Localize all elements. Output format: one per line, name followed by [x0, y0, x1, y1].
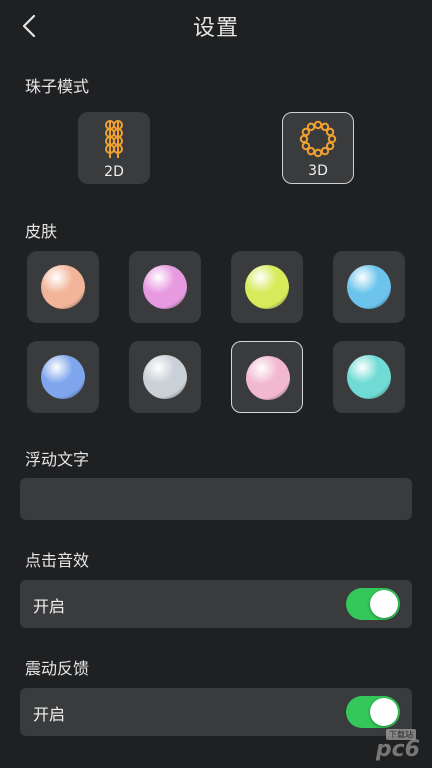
mode-2d-label: 2D [104, 164, 124, 180]
bead-mode-label: 珠子模式 [25, 77, 90, 96]
skin-label: 皮肤 [25, 222, 58, 241]
vibration-enable-label: 开启 [33, 705, 66, 724]
toggle-knob [370, 590, 398, 618]
bead-ring-icon [299, 120, 337, 158]
skin-option-sky-blue[interactable] [333, 251, 405, 323]
click-sound-row: 开启 [20, 580, 412, 628]
skin-option-silver[interactable] [129, 341, 201, 413]
skin-ball-light-pink [246, 356, 290, 400]
click-sound-toggle[interactable] [346, 588, 400, 620]
skin-option-peach[interactable] [27, 251, 99, 323]
skin-ball-lime [245, 265, 289, 309]
skin-ball-periwinkle [41, 355, 85, 399]
skin-option-pink[interactable] [129, 251, 201, 323]
vibration-label: 震动反馈 [25, 659, 90, 678]
mode-3d-button[interactable]: 3D [282, 112, 354, 184]
page-title: 设置 [192, 16, 239, 41]
floating-text-label: 浮动文字 [25, 450, 90, 469]
mode-2d-button[interactable]: 2D [78, 112, 150, 184]
skin-ball-mint [347, 355, 391, 399]
skin-ball-silver [143, 355, 187, 399]
mode-3d-label: 3D [308, 163, 328, 179]
click-sound-enable-label: 开启 [33, 597, 66, 616]
vibration-toggle[interactable] [346, 696, 400, 728]
skin-option-lime[interactable] [231, 251, 303, 323]
skin-ball-pink [143, 265, 187, 309]
watermark-logo: pc6 [375, 737, 420, 762]
skin-ball-sky-blue [347, 265, 391, 309]
skin-ball-peach [41, 265, 85, 309]
skin-option-light-pink[interactable] [231, 341, 303, 413]
toggle-knob [370, 698, 398, 726]
skin-option-periwinkle[interactable] [27, 341, 99, 413]
bead-string-icon [105, 120, 123, 158]
vibration-row: 开启 [20, 688, 412, 736]
floating-text-input[interactable] [20, 478, 412, 520]
click-sound-label: 点击音效 [25, 551, 90, 570]
skin-option-mint[interactable] [333, 341, 405, 413]
